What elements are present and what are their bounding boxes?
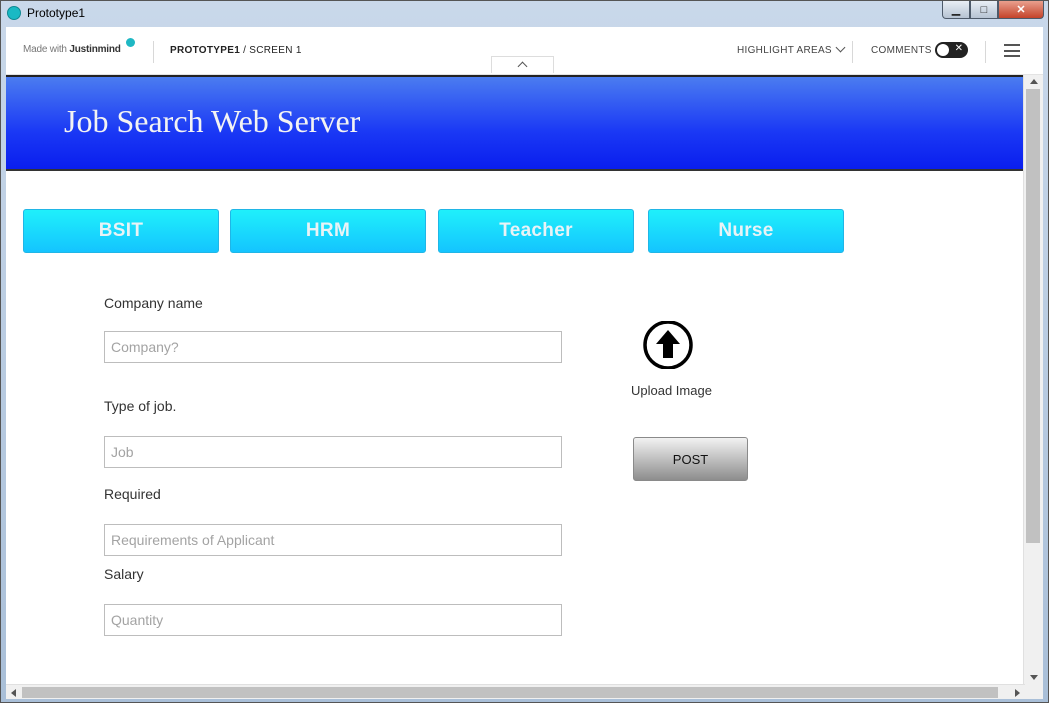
app-icon xyxy=(7,6,21,20)
made-with-logo[interactable]: Made with Justinmind xyxy=(23,44,121,55)
window-title: Prototype1 xyxy=(27,6,86,20)
scroll-left-icon[interactable] xyxy=(11,689,16,697)
minimize-button[interactable]: ▁ xyxy=(942,1,970,19)
toggle-off-icon: ✕ xyxy=(954,43,963,54)
made-with-text: Made with xyxy=(23,44,70,55)
toolbar-divider xyxy=(852,41,853,63)
toolbar-divider xyxy=(985,41,986,63)
viewer-toolbar: Made with Justinmind PROTOTYPE1 / SCREEN… xyxy=(6,27,1043,75)
window-titlebar[interactable]: Prototype1 ▁ □ ✕ xyxy=(1,1,1049,27)
breadcrumb-project: PROTOTYPE1 xyxy=(170,45,241,56)
required-label: Required xyxy=(104,486,161,502)
scroll-down-icon[interactable] xyxy=(1030,675,1038,680)
close-button[interactable]: ✕ xyxy=(998,1,1044,19)
toolbar-divider xyxy=(153,41,154,63)
category-button-bsit[interactable]: BSIT xyxy=(23,209,219,253)
vertical-scrollbar[interactable] xyxy=(1023,75,1043,684)
category-button-nurse[interactable]: Nurse xyxy=(648,209,844,253)
brand-name: Justinmind xyxy=(69,44,121,55)
collapse-toolbar-tab[interactable] xyxy=(491,56,554,73)
scrollbar-corner xyxy=(1025,684,1043,699)
prototype-canvas: Job Search Web Server BSIT HRM Teacher N… xyxy=(6,75,1025,684)
breadcrumb-screen: / SCREEN 1 xyxy=(240,45,302,56)
chevron-down-icon xyxy=(835,42,846,53)
vertical-scroll-thumb[interactable] xyxy=(1026,89,1040,543)
job-type-label: Type of job. xyxy=(104,398,177,414)
category-button-hrm[interactable]: HRM xyxy=(230,209,426,253)
comments-toggle[interactable]: ✕ xyxy=(935,42,968,58)
comments-label: COMMENTS xyxy=(871,45,932,56)
upload-image-label[interactable]: Upload Image xyxy=(631,383,712,398)
salary-input[interactable] xyxy=(104,604,562,636)
app-window: Prototype1 ▁ □ ✕ Made with Justinmind PR… xyxy=(0,0,1049,703)
post-button[interactable]: POST xyxy=(633,437,748,481)
scroll-up-icon[interactable] xyxy=(1030,79,1038,84)
viewer-client: Made with Justinmind PROTOTYPE1 / SCREEN… xyxy=(6,27,1043,699)
horizontal-scroll-thumb[interactable] xyxy=(22,687,998,698)
highlight-areas-label: HIGHLIGHT AREAS xyxy=(737,45,832,56)
header-banner: Job Search Web Server xyxy=(6,75,1025,171)
brand-dot-icon xyxy=(126,38,135,47)
maximize-button[interactable]: □ xyxy=(970,1,998,19)
highlight-areas-dropdown[interactable]: HIGHLIGHT AREAS xyxy=(737,42,846,56)
job-type-input[interactable] xyxy=(104,436,562,468)
scroll-right-icon[interactable] xyxy=(1015,689,1020,697)
chevron-up-icon xyxy=(517,61,528,72)
menu-icon[interactable] xyxy=(1004,44,1020,57)
upload-arrow-icon[interactable] xyxy=(642,321,694,369)
company-name-label: Company name xyxy=(104,295,203,311)
horizontal-scrollbar[interactable] xyxy=(6,684,1025,699)
page-title: Job Search Web Server xyxy=(64,103,361,139)
category-button-teacher[interactable]: Teacher xyxy=(438,209,634,253)
window-controls: ▁ □ ✕ xyxy=(942,1,1044,19)
toggle-knob xyxy=(937,44,949,56)
requirements-input[interactable] xyxy=(104,524,562,556)
breadcrumb: PROTOTYPE1 / SCREEN 1 xyxy=(170,45,302,56)
salary-label: Salary xyxy=(104,566,144,582)
company-name-input[interactable] xyxy=(104,331,562,363)
